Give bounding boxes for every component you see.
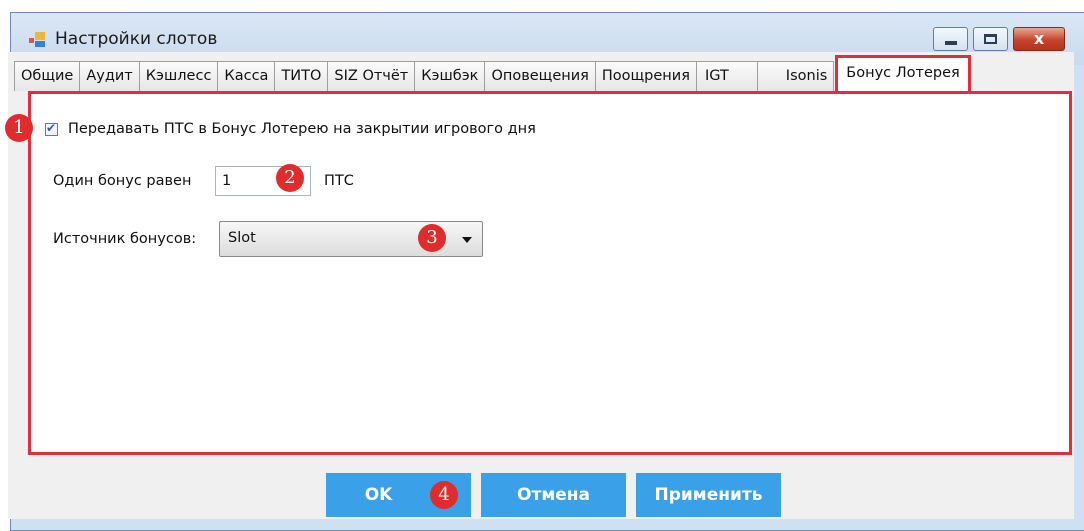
tab-igt[interactable]: IGT — [695, 61, 758, 91]
bonus-source-label: Источник бонусов: — [53, 231, 197, 247]
tab-cashless[interactable]: Кэшлесс — [138, 61, 219, 91]
transfer-pts-row[interactable]: ✔ Передавать ПТС в Бонус Лотерею на закр… — [45, 121, 536, 137]
window-title: Настройки слотов — [55, 29, 218, 49]
transfer-pts-label: Передавать ПТС в Бонус Лотерею на закрыт… — [68, 121, 536, 137]
callout-badge-1: 1 — [5, 114, 33, 142]
tab-panel-bonus-lottery — [28, 91, 1072, 455]
tab-cash[interactable]: Касса — [217, 61, 276, 91]
app-icon — [29, 31, 46, 48]
tab-strip: Общие Аудит Кэшлесс Касса ТИТО SIZ Отчёт… — [14, 55, 971, 91]
chevron-down-icon[interactable] — [462, 237, 472, 243]
checkmark-icon: ✔ — [46, 120, 57, 135]
cancel-button[interactable]: Отмена — [481, 473, 626, 517]
close-icon: x — [1033, 29, 1045, 48]
tab-notifications[interactable]: Оповещения — [484, 61, 596, 91]
tab-cashback[interactable]: Кэшбэк — [414, 61, 486, 91]
apply-button[interactable]: Применить — [636, 473, 781, 517]
tab-isonis[interactable]: Isonis — [756, 61, 835, 91]
bonus-source-value: Slot — [228, 230, 256, 246]
tab-bonus-lottery[interactable]: Бонус Лотерея — [835, 55, 971, 91]
callout-badge-4: 4 — [430, 481, 458, 509]
callout-badge-3: 3 — [418, 224, 446, 252]
minimize-icon — [945, 41, 957, 45]
ok-label: OK — [364, 485, 393, 505]
bonus-unit-label: ПТС — [324, 173, 354, 189]
maximize-button[interactable] — [973, 27, 1008, 51]
tab-rewards[interactable]: Поощрения — [594, 61, 697, 91]
tab-tito[interactable]: ТИТО — [274, 61, 329, 91]
bonus-equals-label: Один бонус равен — [53, 173, 192, 189]
close-button[interactable]: x — [1013, 27, 1065, 51]
tab-audit[interactable]: Аудит — [79, 61, 140, 91]
maximize-icon — [984, 34, 997, 44]
transfer-pts-checkbox[interactable]: ✔ — [45, 120, 58, 136]
tab-general[interactable]: Общие — [14, 61, 81, 91]
minimize-button[interactable] — [933, 27, 968, 51]
callout-badge-2: 2 — [276, 164, 304, 192]
tab-siz-report[interactable]: SIZ Отчёт — [327, 61, 416, 91]
